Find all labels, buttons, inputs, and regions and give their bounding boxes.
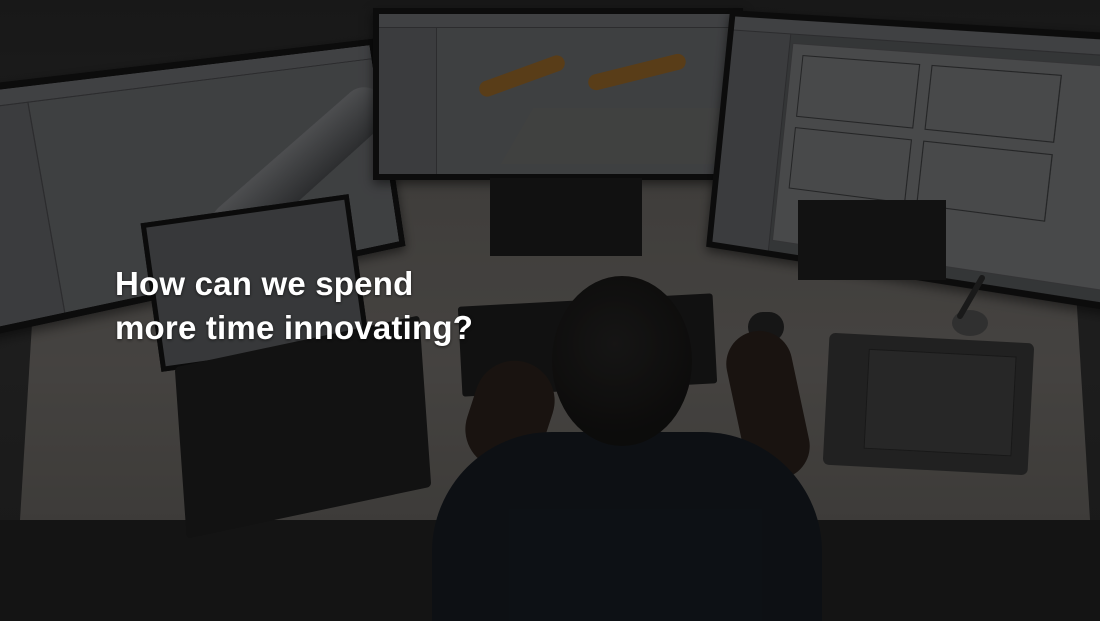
headline-line-2: more time innovating? bbox=[115, 309, 474, 346]
headline-line-1: How can we spend bbox=[115, 265, 414, 302]
slide-headline: How can we spend more time innovating? bbox=[115, 262, 675, 350]
slide: How can we spend more time innovating? bbox=[0, 0, 1100, 621]
